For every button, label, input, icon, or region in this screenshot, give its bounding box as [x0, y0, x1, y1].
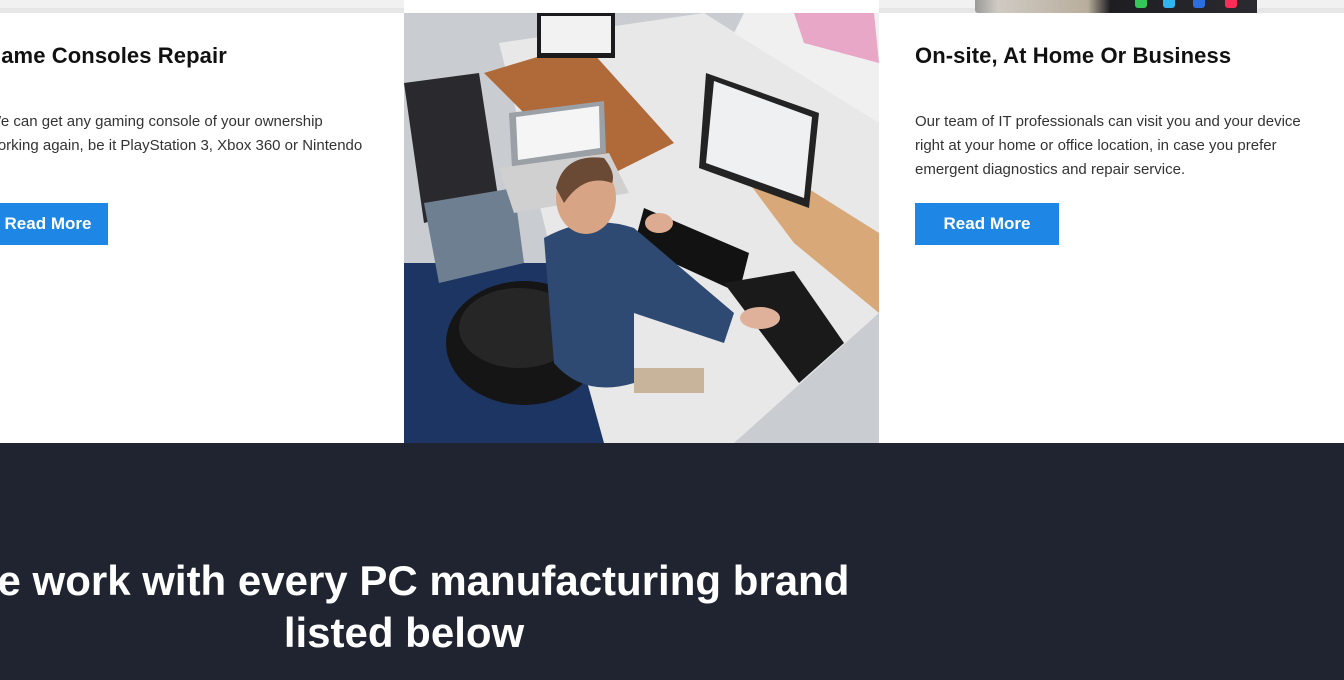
- service-card-game-consoles: Game Consoles Repair We can get any gami…: [0, 13, 404, 443]
- service-card-on-site: On-site, At Home Or Business Our team of…: [879, 13, 1344, 443]
- card-title: On-site, At Home Or Business: [915, 43, 1232, 68]
- brands-heading: We work with every PC manufacturing bran…: [0, 557, 850, 656]
- technician-at-desk-image: [404, 13, 879, 443]
- card-description: We can get any gaming console of your ow…: [0, 113, 363, 154]
- photo-top-gap: [404, 0, 879, 13]
- phone-image-peek: [975, 0, 1257, 13]
- card-title: Game Consoles Repair: [0, 43, 227, 68]
- read-more-button[interactable]: Read More: [915, 203, 1059, 245]
- card-description: Our team of IT professionals can visit y…: [915, 113, 1301, 178]
- brands-section: We work with every PC manufacturing bran…: [0, 443, 1344, 680]
- read-more-button[interactable]: Read More: [0, 203, 108, 245]
- technician-photo: [404, 13, 879, 443]
